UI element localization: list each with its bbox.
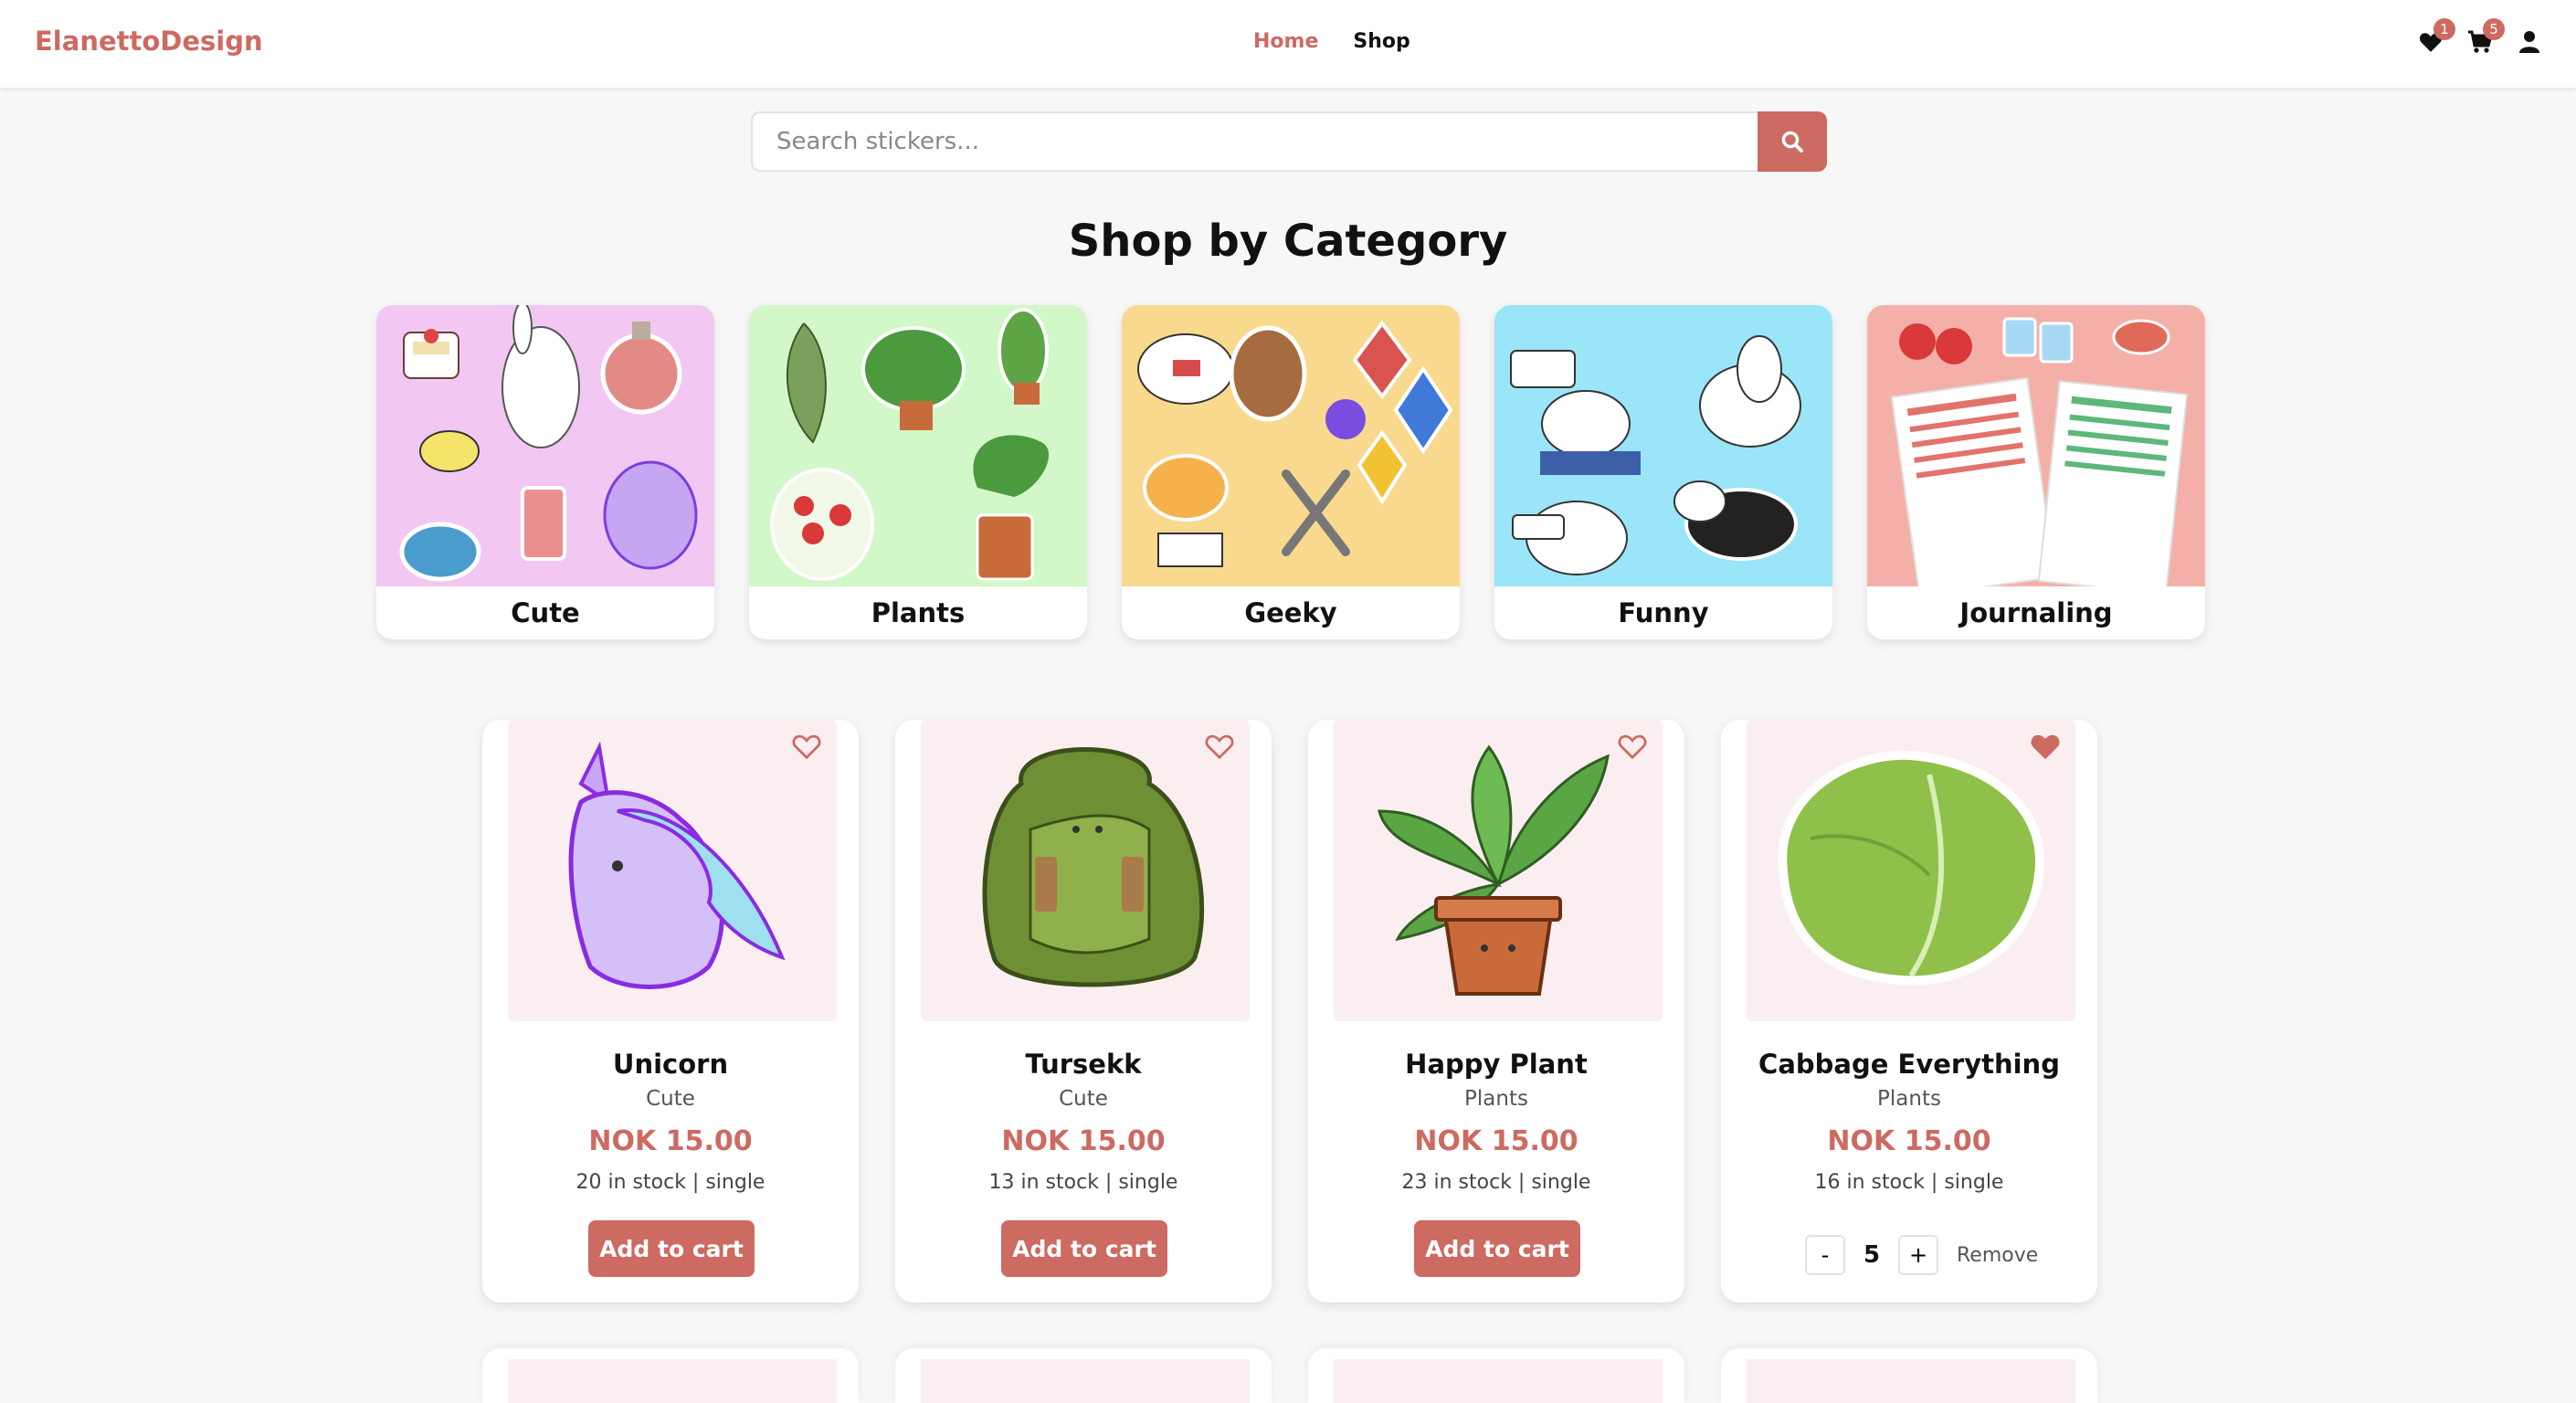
increase-quantity-button[interactable]: + bbox=[1898, 1235, 1938, 1275]
cart-button[interactable]: 5 bbox=[2466, 18, 2505, 58]
category-label: Cute bbox=[511, 597, 580, 628]
nav-home[interactable]: Home bbox=[1253, 30, 1318, 53]
product-name[interactable]: Unicorn bbox=[482, 1049, 859, 1080]
category-image-journaling bbox=[1867, 305, 2205, 586]
product-name[interactable]: Happy Plant bbox=[1308, 1049, 1684, 1080]
user-icon bbox=[2519, 31, 2539, 53]
top-navbar: ElanettoDesign Home Shop 1 5 bbox=[0, 0, 2576, 88]
account-button[interactable] bbox=[2516, 26, 2543, 58]
product-price: NOK 15.00 bbox=[1001, 1125, 1166, 1157]
category-card-geeky[interactable]: Geeky bbox=[1122, 305, 1460, 639]
cart-count-badge: 5 bbox=[2483, 18, 2505, 40]
product-grid: Unicorn Cute NOK 15.00 20 in stock | sin… bbox=[482, 720, 2097, 1303]
product-image[interactable] bbox=[508, 720, 837, 1021]
product-image[interactable] bbox=[1334, 720, 1663, 1021]
quantity-stepper: - 5 + Remove bbox=[1805, 1235, 2038, 1275]
product-image[interactable] bbox=[508, 1359, 837, 1403]
product-name[interactable]: Cabbage Everything bbox=[1721, 1049, 2097, 1080]
product-category: Cute bbox=[646, 1087, 695, 1111]
category-image-funny bbox=[1494, 305, 1832, 586]
main-nav: Home Shop bbox=[1253, 30, 1410, 53]
remove-from-cart-link[interactable]: Remove bbox=[1957, 1244, 2038, 1267]
category-card-funny[interactable]: Funny bbox=[1494, 305, 1832, 639]
product-card: Cabbage Everything Plants NOK 15.00 16 i… bbox=[1721, 720, 2097, 1303]
category-card-cute[interactable]: Cute bbox=[376, 305, 714, 639]
product-price: NOK 15.00 bbox=[588, 1125, 753, 1157]
product-price: NOK 15.00 bbox=[1827, 1125, 1991, 1157]
header-actions: 1 5 bbox=[2417, 18, 2543, 58]
product-image[interactable] bbox=[1334, 1359, 1663, 1403]
category-label: Journaling bbox=[1959, 597, 2113, 628]
category-label: Plants bbox=[871, 597, 966, 628]
product-category: Plants bbox=[1877, 1087, 1941, 1111]
category-image-geeky bbox=[1122, 305, 1460, 586]
product-card bbox=[1721, 1348, 2097, 1403]
search-input[interactable] bbox=[751, 111, 1758, 172]
search-icon bbox=[1781, 131, 1803, 153]
section-title: Shop by Category bbox=[1068, 216, 1508, 267]
nav-shop[interactable]: Shop bbox=[1353, 30, 1409, 53]
product-name[interactable]: Tursekk bbox=[895, 1049, 1272, 1080]
add-to-cart-button[interactable]: Add to cart bbox=[1414, 1220, 1580, 1277]
product-card: Happy Plant Plants NOK 15.00 23 in stock… bbox=[1308, 720, 1684, 1303]
category-label: Funny bbox=[1618, 597, 1709, 628]
product-image[interactable] bbox=[1747, 720, 2075, 1021]
product-card: Tursekk Cute NOK 15.00 13 in stock | sin… bbox=[895, 720, 1272, 1303]
heart-icon[interactable] bbox=[791, 733, 822, 760]
product-card bbox=[1308, 1348, 1684, 1403]
product-price: NOK 15.00 bbox=[1414, 1125, 1578, 1157]
brand-logo[interactable]: ElanettoDesign bbox=[35, 26, 263, 57]
search-button[interactable] bbox=[1758, 111, 1827, 172]
product-stock: 16 in stock | single bbox=[1814, 1171, 2004, 1194]
decrease-quantity-button[interactable]: - bbox=[1805, 1235, 1845, 1275]
product-category: Cute bbox=[1059, 1087, 1108, 1111]
product-card bbox=[482, 1348, 859, 1403]
product-card bbox=[895, 1348, 1272, 1403]
category-card-plants[interactable]: Plants bbox=[749, 305, 1087, 639]
quantity-value: 5 bbox=[1863, 1241, 1881, 1269]
wishlist-button[interactable]: 1 bbox=[2417, 18, 2455, 58]
add-to-cart-button[interactable]: Add to cart bbox=[588, 1220, 755, 1277]
heart-icon[interactable] bbox=[1617, 733, 1648, 760]
search-bar bbox=[751, 111, 1827, 172]
heart-icon[interactable] bbox=[2030, 733, 2061, 760]
wishlist-count-badge: 1 bbox=[2433, 18, 2455, 40]
category-grid: Cute Plants Geeky Funny Journaling bbox=[376, 305, 2205, 639]
product-image[interactable] bbox=[921, 1359, 1250, 1403]
product-image[interactable] bbox=[1747, 1359, 2075, 1403]
category-image-cute bbox=[376, 305, 714, 586]
heart-icon[interactable] bbox=[1204, 733, 1235, 760]
product-category: Plants bbox=[1464, 1087, 1528, 1111]
product-grid-next-row bbox=[482, 1348, 2097, 1403]
category-label: Geeky bbox=[1244, 597, 1337, 628]
category-image-plants bbox=[749, 305, 1087, 586]
add-to-cart-button[interactable]: Add to cart bbox=[1001, 1220, 1167, 1277]
product-image[interactable] bbox=[921, 720, 1250, 1021]
product-stock: 13 in stock | single bbox=[988, 1171, 1178, 1194]
product-card: Unicorn Cute NOK 15.00 20 in stock | sin… bbox=[482, 720, 859, 1303]
product-stock: 23 in stock | single bbox=[1401, 1171, 1591, 1194]
product-stock: 20 in stock | single bbox=[575, 1171, 765, 1194]
category-card-journaling[interactable]: Journaling bbox=[1867, 305, 2205, 639]
